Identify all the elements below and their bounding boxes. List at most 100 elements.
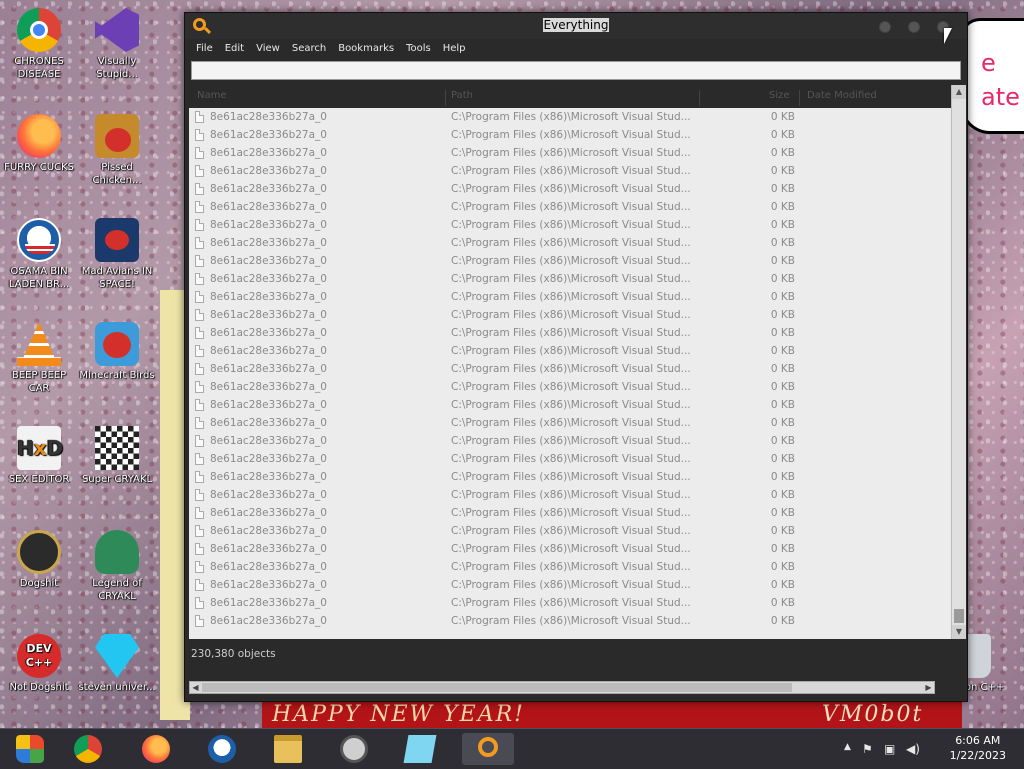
wallpaper-banner-watermark: VM0b0t [822, 702, 924, 727]
table-row[interactable]: 8e61ac28e336b27a_0 C:\Program Files (x86)… [189, 180, 951, 198]
row-name: 8e61ac28e336b27a_0 [210, 597, 327, 609]
column-name[interactable]: Name [197, 90, 227, 101]
table-row[interactable]: 8e61ac28e336b27a_0 C:\Program Files (x86)… [189, 270, 951, 288]
show-hidden-icons-icon[interactable]: ▲ [844, 742, 851, 752]
clock[interactable]: 6:06 AM 1/22/2023 [950, 733, 1006, 763]
row-name: 8e61ac28e336b27a_0 [210, 291, 327, 303]
menu-tools[interactable]: Tools [400, 41, 437, 54]
scroll-down-arrow-icon[interactable]: ▼ [952, 625, 966, 639]
menu-file[interactable]: File [185, 41, 219, 54]
taskbar-notepad[interactable] [394, 733, 446, 765]
column-size[interactable]: Size [769, 90, 790, 101]
desktop-icon-minecraft-birds[interactable]: Minecraft Birds [78, 322, 156, 382]
row-name: 8e61ac28e336b27a_0 [210, 111, 327, 123]
menu-search[interactable]: Search [286, 41, 332, 54]
menu-help[interactable]: Help [437, 41, 472, 54]
desktop-icon-osama[interactable]: OSAMA BIN LADEN BR... [0, 218, 78, 291]
table-row[interactable]: 8e61ac28e336b27a_0 C:\Program Files (x86)… [189, 234, 951, 252]
vertical-scrollbar[interactable]: ▲ ▼ [951, 85, 966, 639]
results-list[interactable]: Name Path Size Date Modified 8e61ac28e33… [189, 85, 951, 639]
desktop-icon-steven-universe[interactable]: steven univer... [78, 634, 156, 694]
table-row[interactable]: 8e61ac28e336b27a_0 C:\Program Files (x86)… [189, 450, 951, 468]
title-bar[interactable]: Everything [185, 13, 967, 39]
column-date-modified[interactable]: Date Modified [807, 90, 877, 101]
table-row[interactable]: 8e61ac28e336b27a_0 C:\Program Files (x86)… [189, 594, 951, 612]
row-size: 0 KB [770, 615, 795, 627]
maximize-button[interactable] [908, 21, 920, 33]
notepad-icon [403, 735, 437, 763]
column-path[interactable]: Path [451, 90, 473, 101]
table-row[interactable]: 8e61ac28e336b27a_0 C:\Program Files (x86)… [189, 216, 951, 234]
action-center-flag-icon[interactable]: ⚑ [862, 742, 873, 756]
table-row[interactable]: 8e61ac28e336b27a_0 C:\Program Files (x86)… [189, 486, 951, 504]
desktop-icon-chrome[interactable]: CHRONES DISEASE [0, 8, 78, 81]
column-divider[interactable] [799, 90, 800, 106]
file-icon [195, 471, 204, 483]
volume-icon[interactable]: ◀) [906, 742, 920, 756]
table-row[interactable]: 8e61ac28e336b27a_0 C:\Program Files (x86)… [189, 126, 951, 144]
column-divider[interactable] [699, 90, 700, 106]
scroll-right-arrow-icon[interactable]: ▶ [923, 682, 934, 693]
desktop-icon-super-cryakl[interactable]: Super CRYAKL [78, 426, 156, 486]
table-row[interactable]: 8e61ac28e336b27a_0 C:\Program Files (x86)… [189, 504, 951, 522]
visual-studio-icon [95, 8, 139, 52]
table-row[interactable]: 8e61ac28e336b27a_0 C:\Program Files (x86)… [189, 558, 951, 576]
taskbar-chrome[interactable] [62, 733, 114, 765]
table-row[interactable]: 8e61ac28e336b27a_0 C:\Program Files (x86)… [189, 576, 951, 594]
table-row[interactable]: 8e61ac28e336b27a_0 C:\Program Files (x86)… [189, 540, 951, 558]
row-path: C:\Program Files (x86)\Microsoft Visual … [451, 399, 691, 411]
everything-window[interactable]: Everything File Edit View Search Bookmarks To… [184, 12, 968, 702]
menu-bookmarks[interactable]: Bookmarks [332, 41, 400, 54]
desktop-icon-sex-editor[interactable]: HxD SEX EDITOR [0, 426, 78, 486]
desktop-icon-mad-avians[interactable]: Mad Avians IN SPACE! [78, 218, 156, 291]
table-row[interactable]: 8e61ac28e336b27a_0 C:\Program Files (x86)… [189, 522, 951, 540]
table-row[interactable]: 8e61ac28e336b27a_0 C:\Program Files (x86)… [189, 288, 951, 306]
taskbar-file-explorer[interactable] [262, 733, 314, 765]
desktop-icon-pissed-chicken[interactable]: Pissed Chicken... [78, 114, 156, 187]
table-row[interactable]: 8e61ac28e336b27a_0 C:\Program Files (x86)… [189, 396, 951, 414]
table-row[interactable]: 8e61ac28e336b27a_0 C:\Program Files (x86)… [189, 612, 951, 630]
desktop-icon-visual-studio[interactable]: Visually Stupid... [78, 8, 156, 81]
table-row[interactable]: 8e61ac28e336b27a_0 C:\Program Files (x86)… [189, 252, 951, 270]
desktop-icon-beep-beep-car[interactable]: BEEP BEEP CAR [0, 322, 78, 395]
table-row[interactable]: 8e61ac28e336b27a_0 C:\Program Files (x86)… [189, 108, 951, 126]
table-row[interactable]: 8e61ac28e336b27a_0 C:\Program Files (x86)… [189, 198, 951, 216]
row-name: 8e61ac28e336b27a_0 [210, 471, 327, 483]
column-divider[interactable] [445, 90, 446, 106]
table-row[interactable]: 8e61ac28e336b27a_0 C:\Program Files (x86)… [189, 342, 951, 360]
desktop-icon-dogshit[interactable]: Dogshit [0, 530, 78, 590]
taskbar-firefox[interactable] [130, 733, 182, 765]
table-row[interactable]: 8e61ac28e336b27a_0 C:\Program Files (x86)… [189, 432, 951, 450]
desktop-icon-not-dogshit[interactable]: DEV C++ Not Dogshit [0, 634, 78, 694]
desktop-icon-firefox[interactable]: FURRY CUCKS [0, 114, 78, 174]
desktop-icon-legend-of-cryakl[interactable]: Legend of CRYAKL [78, 530, 156, 603]
row-size: 0 KB [770, 201, 795, 213]
scroll-thumb[interactable] [202, 683, 792, 692]
table-row[interactable]: 8e61ac28e336b27a_0 C:\Program Files (x86)… [189, 144, 951, 162]
table-row[interactable]: 8e61ac28e336b27a_0 C:\Program Files (x86)… [189, 378, 951, 396]
taskbar-skull-app[interactable] [328, 733, 380, 765]
scroll-thumb[interactable] [954, 609, 964, 623]
scroll-left-arrow-icon[interactable]: ◀ [190, 682, 201, 693]
menu-view[interactable]: View [250, 41, 286, 54]
table-row[interactable]: 8e61ac28e336b27a_0 C:\Program Files (x86)… [189, 324, 951, 342]
network-icon[interactable]: ▣ [884, 742, 895, 756]
table-row[interactable]: 8e61ac28e336b27a_0 C:\Program Files (x86)… [189, 414, 951, 432]
table-row[interactable]: 8e61ac28e336b27a_0 C:\Program Files (x86)… [189, 306, 951, 324]
menu-edit[interactable]: Edit [219, 41, 250, 54]
taskbar-everything[interactable] [462, 733, 514, 765]
row-path: C:\Program Files (x86)\Microsoft Visual … [451, 273, 691, 285]
start-button[interactable] [4, 733, 56, 765]
row-path: C:\Program Files (x86)\Microsoft Visual … [451, 237, 691, 249]
table-row[interactable]: 8e61ac28e336b27a_0 C:\Program Files (x86)… [189, 162, 951, 180]
horizontal-scrollbar[interactable]: ◀ ▶ [189, 681, 935, 694]
minimize-button[interactable] [879, 21, 891, 33]
taskbar-obama[interactable] [196, 733, 248, 765]
table-row[interactable]: 8e61ac28e336b27a_0 C:\Program Files (x86)… [189, 360, 951, 378]
table-row[interactable]: 8e61ac28e336b27a_0 C:\Program Files (x86)… [189, 468, 951, 486]
scroll-up-arrow-icon[interactable]: ▲ [952, 85, 966, 99]
search-input[interactable] [191, 61, 961, 80]
row-name: 8e61ac28e336b27a_0 [210, 435, 327, 447]
chrome-icon [74, 735, 102, 763]
row-name: 8e61ac28e336b27a_0 [210, 453, 327, 465]
